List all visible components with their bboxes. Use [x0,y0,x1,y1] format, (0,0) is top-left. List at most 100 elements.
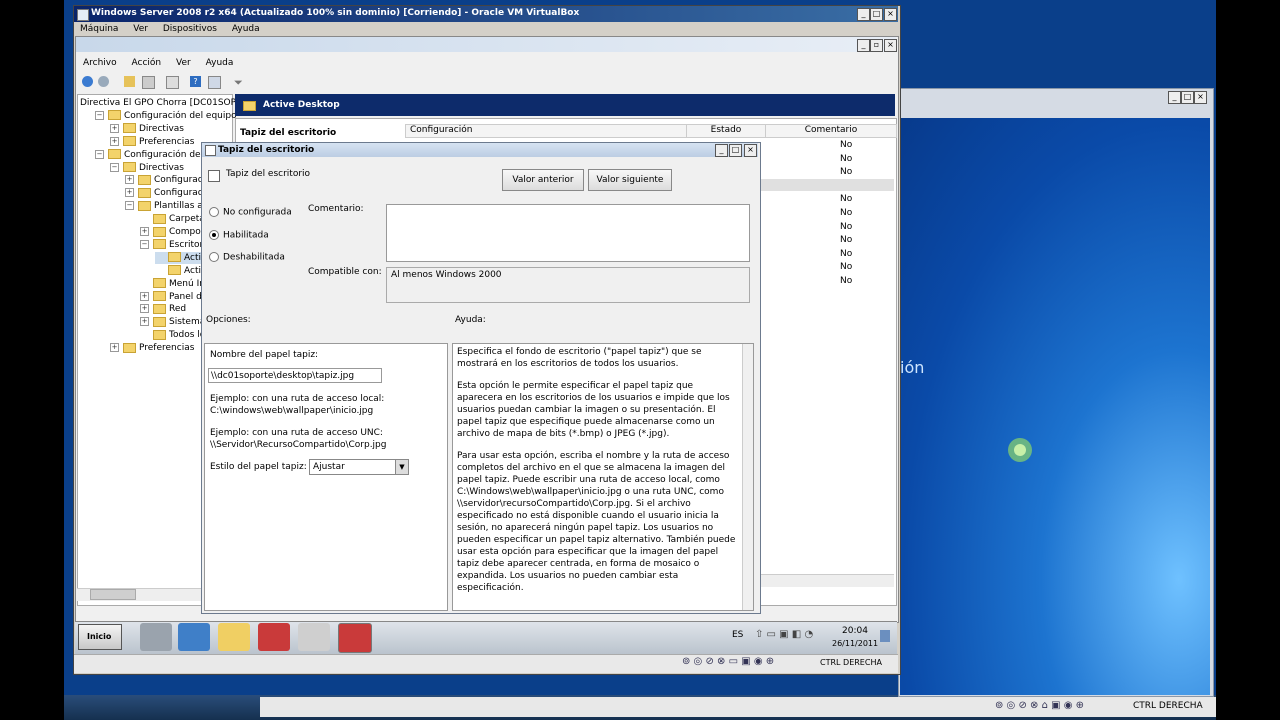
radio-disabled-dot[interactable] [209,252,219,262]
supported-value: Al menos Windows 2000 [391,270,502,280]
vbox-menu-devices[interactable]: Dispositivos [163,24,217,34]
folder-icon [153,303,166,314]
show-desktop-icon[interactable] [880,630,890,642]
radio-not-configured-dot[interactable] [209,207,219,217]
help-icon[interactable]: ? [190,76,201,87]
vbox-close-button[interactable]: × [884,8,897,21]
wallpaper-path-input[interactable] [208,368,382,383]
back-icon[interactable] [82,76,93,87]
comment-cell: No [840,208,853,218]
gpedit-minimize-button[interactable]: _ [857,39,870,52]
tree-expander[interactable]: + [125,175,134,185]
tree-item-label: Configuración del equipo [124,110,237,121]
folder-icon [138,187,151,198]
folder-up-icon[interactable] [124,76,135,87]
folder-icon [138,200,151,211]
gpedit-menu-action[interactable]: Acción [132,58,162,68]
dialog-maximize-button[interactable]: □ [729,144,742,157]
dialog-minimize-button[interactable]: _ [715,144,728,157]
tree-expander[interactable]: + [110,343,119,353]
gpedit-menu-file[interactable]: Archivo [83,58,117,68]
gpedit-menu-help[interactable]: Ayuda [206,58,234,68]
tree-expander[interactable]: − [140,239,149,249]
tree-item[interactable]: + Preferencias [110,136,194,148]
tree-expander[interactable]: + [110,136,119,146]
tree-item-label: Sistema [169,317,206,328]
right-minimize-button[interactable]: _ [1168,91,1181,104]
radio-enabled[interactable]: Habilitada [209,230,269,241]
selected-row [760,179,894,191]
tree-expander[interactable]: + [140,227,149,236]
list-icon[interactable] [142,76,155,89]
gpedit-menu-view[interactable]: Ver [176,58,191,68]
folder-icon [153,226,166,237]
server-manager-icon[interactable] [140,623,172,651]
right-close-button[interactable]: × [1194,91,1207,104]
tree-expander[interactable]: − [95,110,104,120]
tray-icons[interactable]: ⇧ ▭ ▣ ◧ ◔ [755,629,813,640]
comment-textarea[interactable] [386,204,750,262]
toolbox-icon-1[interactable] [258,623,290,651]
toolbox-icon-2[interactable] [338,623,372,653]
right-maximize-button[interactable]: □ [1181,91,1194,104]
tree-item[interactable]: − Directivas [110,162,184,174]
export-icon[interactable] [166,76,179,89]
filter-icon[interactable]: ⏷ [234,76,243,90]
tree-item[interactable]: + Sistema [140,316,205,328]
tree-item[interactable]: − Configuración del equipo [95,110,237,122]
chevron-down-icon[interactable]: ▼ [395,460,408,474]
tree-item[interactable]: Directiva El GPO Chorra [DC01SOP [80,97,236,109]
tree-item[interactable]: + Preferencias [110,342,194,354]
vbox-maximize-button[interactable]: □ [870,8,883,21]
folder-icon [168,252,181,263]
vbox-statusbar [74,654,898,673]
folder-icon [153,316,166,327]
radio-not-configured[interactable]: No configurada [209,207,292,218]
list-hscroll[interactable] [760,574,894,587]
vbox-title: Windows Server 2008 r2 x64 (Actualizado … [91,8,580,18]
radio-disabled[interactable]: Deshabilitada [209,252,285,263]
column-header-state[interactable]: Estado [686,124,766,138]
tree-expander[interactable]: + [140,317,149,327]
clock-time[interactable]: 20:04 [842,626,868,636]
tree-hscroll-thumb[interactable] [90,589,136,600]
dialog-close-button[interactable]: × [744,144,757,157]
vbox-status-icons[interactable]: ⊚ ◎ ⊘ ⊗ ▭ ▣ ◉ ⊕ [682,656,774,667]
tree-item[interactable]: + Directivas [110,123,184,135]
tree-expander[interactable]: + [140,291,149,301]
vbox-app-icon [77,9,89,21]
example-local-value: C:\windows\web\wallpaper\inicio.jpg [210,406,374,416]
tree-item-label: Directivas [139,162,184,173]
tree-expander[interactable]: − [110,162,119,172]
next-setting-button[interactable]: Valor siguiente [588,169,672,191]
vbox-menu-view[interactable]: Ver [133,24,148,34]
properties-icon[interactable] [208,76,221,89]
tree-expander[interactable]: − [95,149,104,159]
gpedit-titlebar [76,37,896,52]
tree-expander[interactable]: + [125,188,134,198]
column-header-comment[interactable]: Comentario [765,124,897,138]
language-indicator[interactable]: ES [732,630,743,640]
gpedit-close-button[interactable]: × [884,39,897,52]
radio-enabled-dot[interactable] [209,230,219,240]
forward-icon[interactable] [98,76,109,87]
document-icon[interactable] [298,623,330,651]
vbox-minimize-button[interactable]: _ [857,8,870,21]
prev-setting-button[interactable]: Valor anterior [502,169,584,191]
clock-date[interactable]: 26/11/2011 [832,639,878,648]
tree-expander[interactable]: + [140,304,149,314]
options-panel [204,343,448,611]
help-scrollbar[interactable] [742,344,753,610]
tree-expander[interactable]: + [110,123,119,133]
tree-item[interactable]: + Red [140,303,186,315]
tree-expander[interactable]: − [125,201,134,211]
explorer-icon[interactable] [218,623,250,651]
vbox-menu-help[interactable]: Ayuda [232,24,260,34]
column-header-setting[interactable]: Configuración [405,124,691,138]
powershell-icon[interactable] [178,623,210,651]
vbox-menu-machine[interactable]: Máquina [80,24,118,34]
folder-icon [168,265,181,276]
gpedit-restore-button[interactable]: ▫ [870,39,883,52]
style-select[interactable]: Ajustar ▼ [309,459,409,475]
start-button[interactable]: Inicio [78,624,122,650]
